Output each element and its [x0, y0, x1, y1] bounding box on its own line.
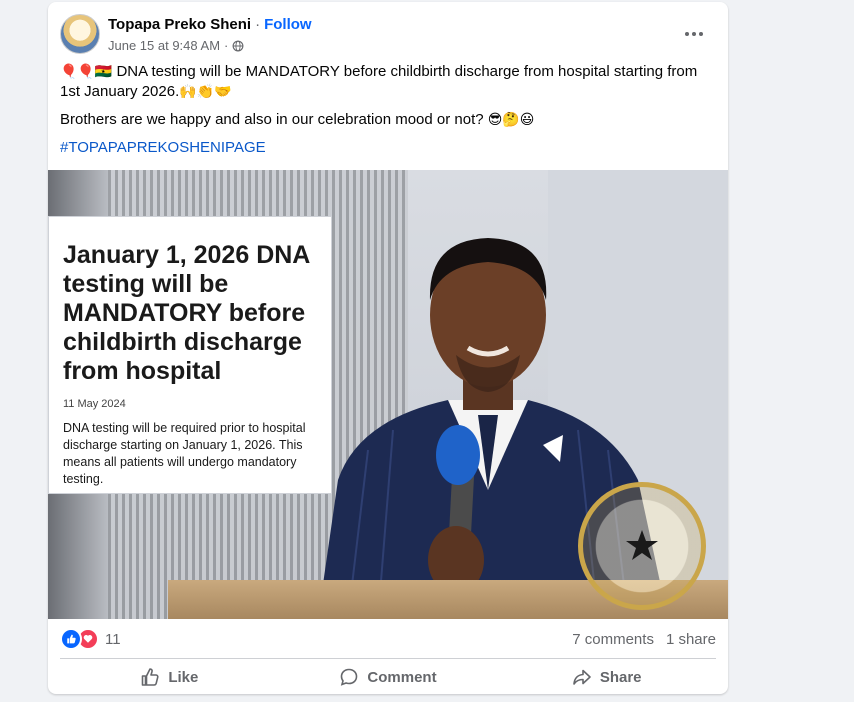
- post-headline: DNA testing will be MANDATORY before chi…: [60, 63, 698, 100]
- follow-button[interactable]: Follow: [264, 16, 312, 33]
- comment-button[interactable]: Comment: [279, 662, 498, 692]
- post-text: 🎈🎈🇬🇭 DNA testing will be MANDATORY befor…: [60, 62, 720, 166]
- share-button[interactable]: Share: [497, 662, 716, 692]
- comment-icon: [341, 668, 358, 686]
- like-button[interactable]: Like: [60, 662, 279, 692]
- news-headline: January 1, 2026 DNA testing will be MAND…: [63, 241, 310, 385]
- thumbs-up-icon: [60, 628, 82, 650]
- action-bar: Like Comment Share: [60, 662, 716, 692]
- engagement-stats: 7 comments 1 share: [572, 631, 716, 648]
- reactions-row: 11 7 comments 1 share: [60, 624, 716, 654]
- post-image[interactable]: January 1, 2026 DNA testing will be MAND…: [48, 170, 728, 619]
- more-options-icon: [685, 32, 689, 36]
- author-name[interactable]: Topapa Preko Sheni: [108, 16, 251, 33]
- globe-icon[interactable]: [232, 40, 244, 52]
- comments-count[interactable]: 7 comments: [572, 631, 654, 648]
- faces-emoji: 😎🤔😃: [487, 112, 535, 128]
- like-label: Like: [168, 668, 199, 686]
- post-text-line2: Brothers are we happy and also in our ce…: [60, 110, 720, 130]
- flags-emoji: 🎈🎈🇬🇭: [60, 64, 113, 80]
- news-overlay: January 1, 2026 DNA testing will be MAND…: [48, 216, 332, 494]
- post-header: Topapa Preko Sheni · Follow June 15 at 9:4…: [60, 14, 716, 58]
- reaction-icons[interactable]: [60, 628, 99, 650]
- post-meta: June 15 at 9:48 AM ·: [108, 38, 244, 53]
- more-options-button[interactable]: [678, 18, 710, 50]
- news-date: 11 May 2024: [63, 398, 126, 410]
- separator-dot: ·: [255, 16, 261, 33]
- divider: [60, 658, 716, 659]
- news-body: DNA testing will be required prior to ho…: [63, 421, 306, 486]
- share-label: Share: [599, 668, 642, 686]
- reaction-count[interactable]: 11: [105, 631, 121, 648]
- post-card: Topapa Preko Sheni · Follow June 15 at 9:4…: [48, 2, 728, 694]
- share-icon: [573, 669, 591, 685]
- like-icon: [142, 668, 159, 686]
- post-text-line1: 🎈🎈🇬🇭 DNA testing will be MANDATORY befor…: [60, 62, 720, 102]
- meta-separator: ·: [224, 38, 229, 53]
- author-line: Topapa Preko Sheni · Follow: [108, 16, 312, 33]
- ministry-of-health-seal: [578, 482, 706, 610]
- author-avatar[interactable]: [60, 14, 100, 54]
- star-icon: [626, 530, 658, 560]
- hands-emoji: 🙌👏🤝: [179, 84, 232, 100]
- hashtag-link[interactable]: #TOPAPAPREKOSHENIPAGE: [60, 139, 266, 156]
- post-hashtag-line: #TOPAPAPREKOSHENIPAGE: [60, 138, 720, 158]
- post-timestamp[interactable]: June 15 at 9:48 AM: [108, 38, 220, 53]
- post-question: Brothers are we happy and also in our ce…: [60, 111, 484, 128]
- comment-label: Comment: [367, 668, 437, 686]
- shares-count[interactable]: 1 share: [666, 631, 716, 648]
